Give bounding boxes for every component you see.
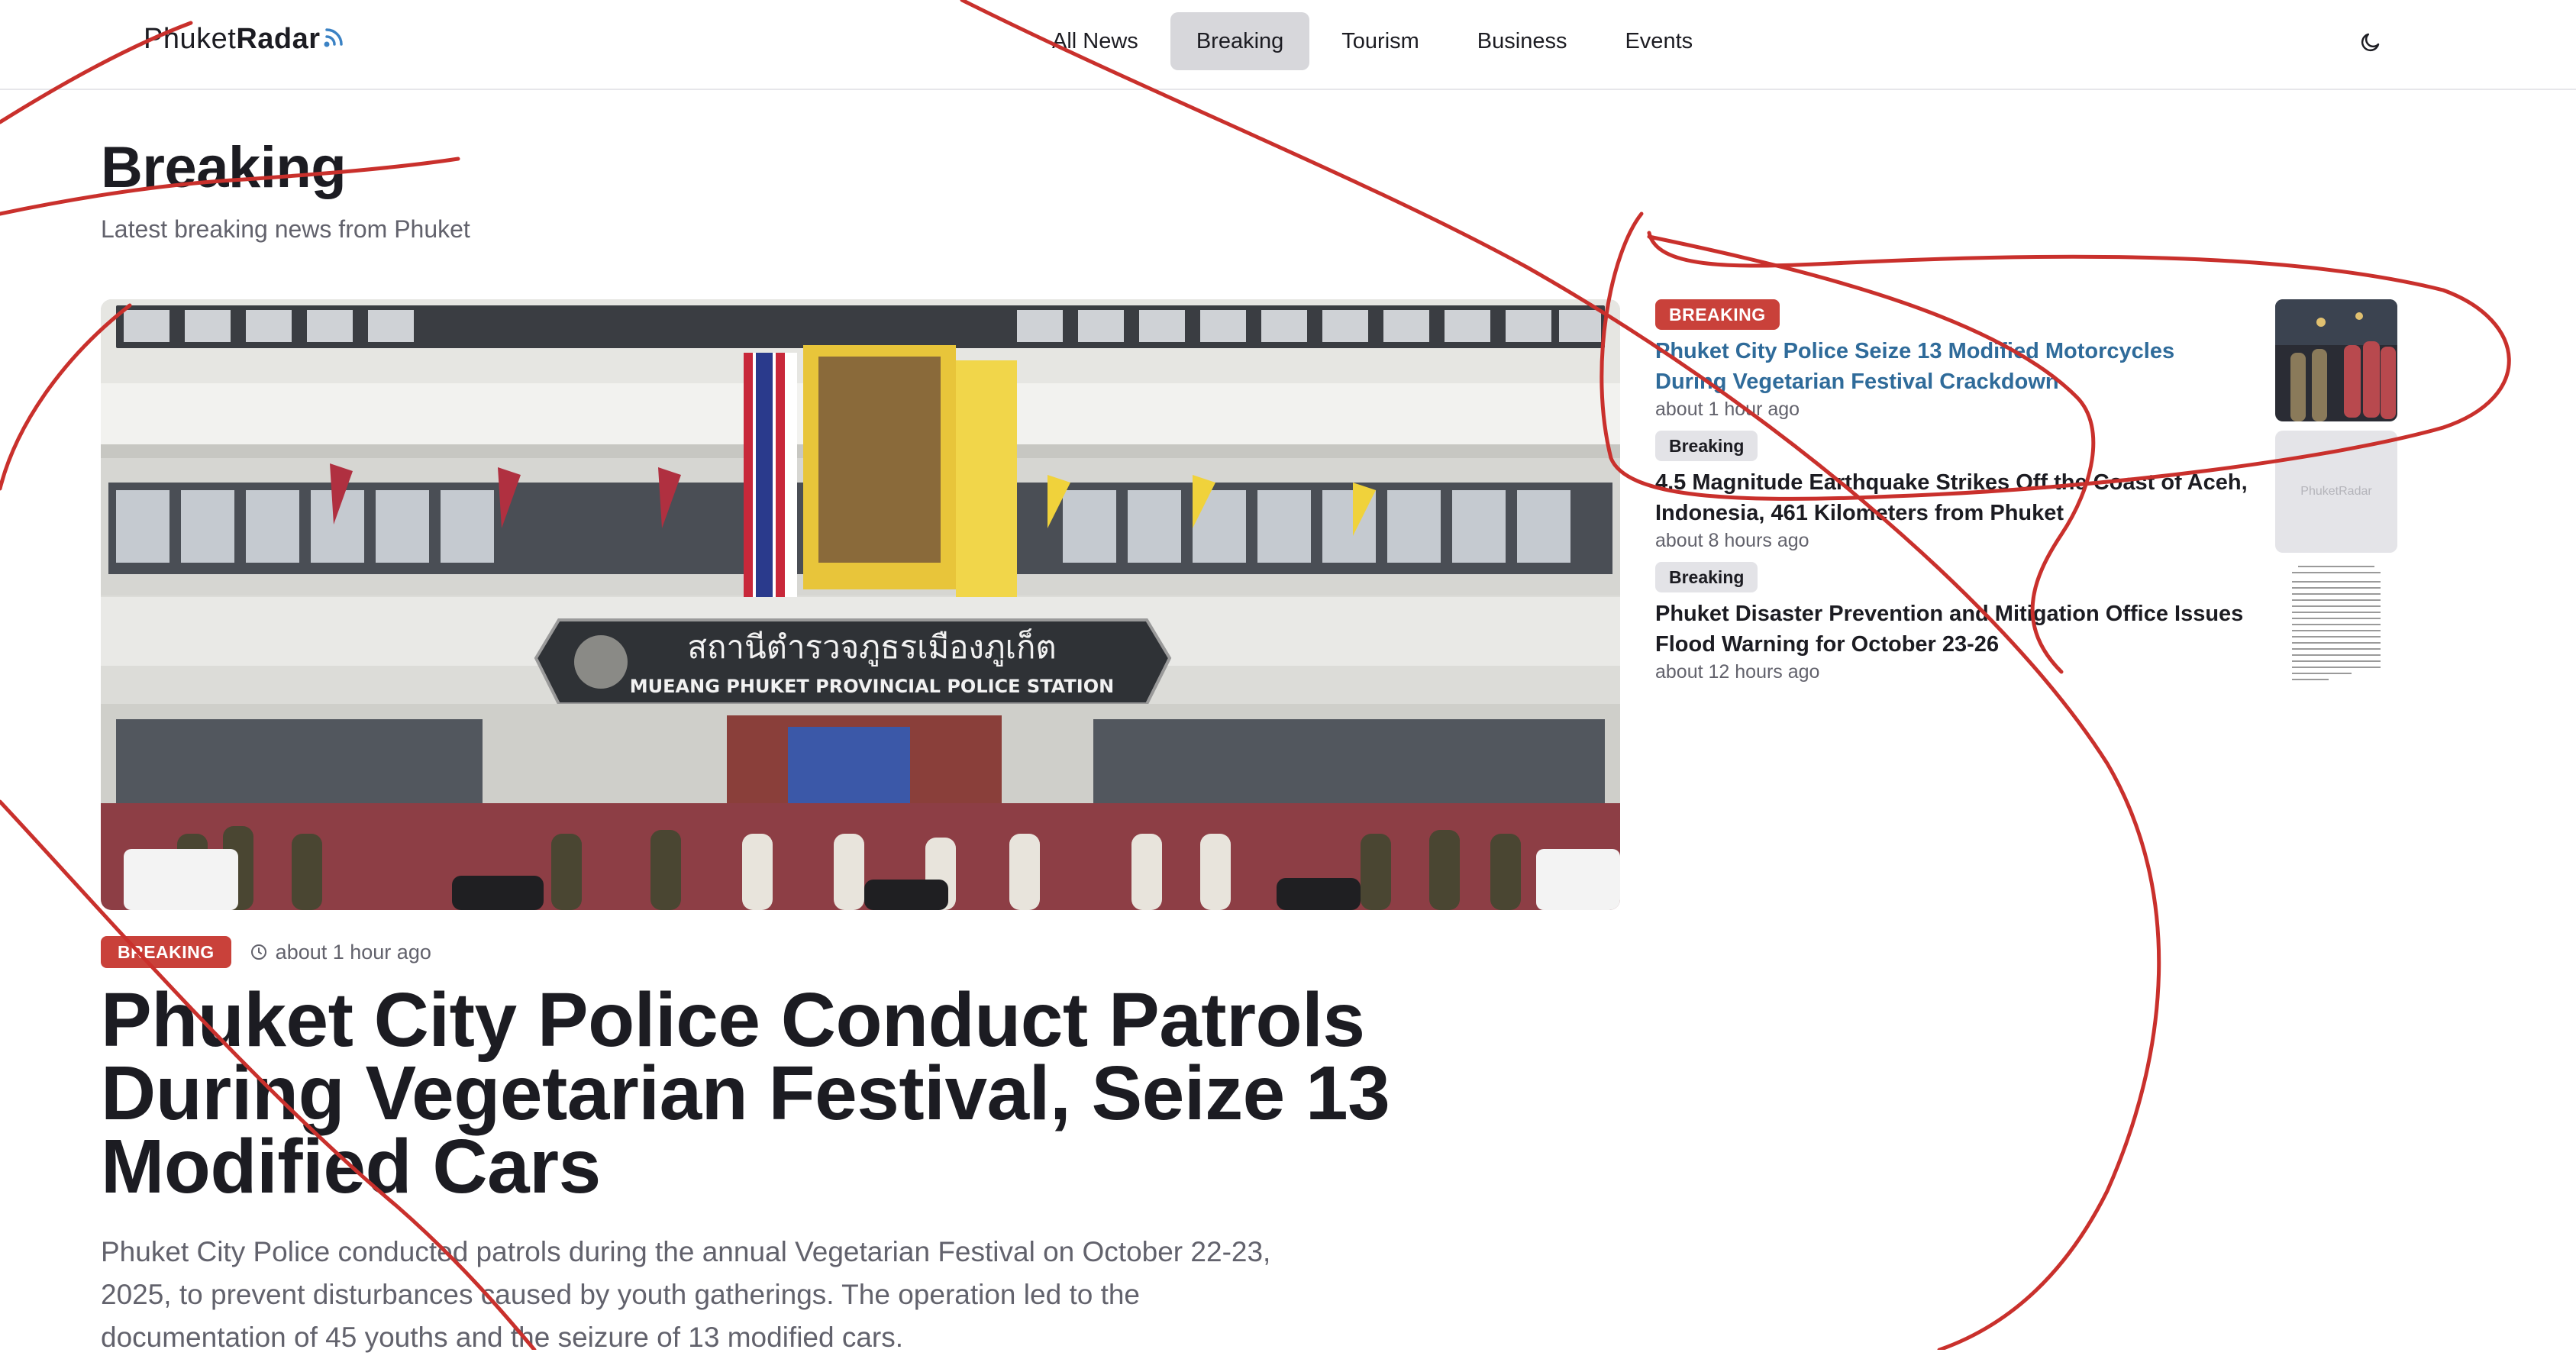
thumbnail-placeholder-logo: PhuketRadar (2275, 431, 2397, 553)
featured-time: about 1 hour ago (250, 941, 431, 964)
clock-icon (250, 944, 266, 960)
nav-all-news[interactable]: All News (1026, 12, 1164, 70)
nav-breaking[interactable]: Breaking (1170, 12, 1310, 70)
theme-toggle-button[interactable] (2352, 23, 2390, 61)
page-title: Breaking (101, 135, 347, 200)
sidebar-badge: BREAKING (1655, 299, 1780, 330)
sidebar-badge: Breaking (1655, 562, 1758, 592)
main-nav: All News Breaking Tourism Business Event… (1026, 12, 1719, 70)
sign-english-text: MUEANG PHUKET PROVINCIAL POLICE STATION (630, 676, 1114, 697)
nav-business[interactable]: Business (1451, 12, 1593, 70)
moon-icon (2361, 33, 2380, 52)
featured-title[interactable]: Phuket City Police Conduct Patrols Durin… (101, 982, 1628, 1205)
sidebar-article-title[interactable]: 4.5 Magnitude Earthquake Strikes Off the… (1655, 467, 2251, 528)
site-header: Phuket Radar All News Breaking Tourism Bu… (0, 0, 2576, 90)
featured-image[interactable]: สถานีตำรวจภูธรเมืองภูเก็ต MUEANG PHUKET … (101, 299, 1620, 910)
nav-tourism[interactable]: Tourism (1315, 12, 1445, 70)
page-subtitle: Latest breaking news from Phuket (101, 215, 470, 243)
logo-text-phuket: Phuket (144, 23, 237, 55)
sidebar-article-title[interactable]: Phuket Disaster Prevention and Mitigatio… (1655, 599, 2251, 660)
featured-meta: BREAKING about 1 hour ago (101, 936, 431, 968)
featured-time-text: about 1 hour ago (275, 940, 431, 964)
nav-events[interactable]: Events (1599, 12, 1719, 70)
sidebar-thumbnail-1[interactable] (2275, 299, 2397, 421)
site-logo[interactable]: Phuket Radar (144, 23, 345, 56)
sidebar-thumbnail-3[interactable] (2275, 562, 2397, 684)
sidebar-article-title[interactable]: Phuket City Police Seize 13 Modified Mot… (1655, 336, 2251, 397)
featured-summary: Phuket City Police conducted patrols dur… (101, 1236, 1271, 1353)
featured-badge: BREAKING (101, 936, 231, 968)
sidebar-thumbnail-2[interactable]: PhuketRadar (2275, 431, 2397, 553)
logo-text-radar: Radar (236, 23, 321, 55)
radar-signal-icon (324, 27, 343, 47)
sign-thai-text: สถานีตำรวจภูธรเมืองภูเก็ต (687, 628, 1056, 667)
sidebar-badge: Breaking (1655, 431, 1758, 461)
